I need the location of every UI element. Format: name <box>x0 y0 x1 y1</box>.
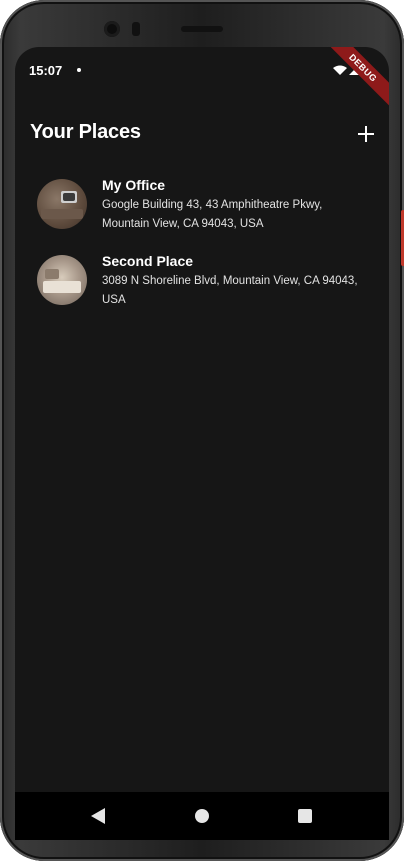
place-address: Google Building 43, 43 Amphitheatre Pkwy… <box>102 199 323 230</box>
status-bar: 15:07 DEBUG <box>15 47 389 111</box>
place-title: My Office <box>102 177 166 193</box>
list-item[interactable]: My Office Google Building 43, 43 Amphith… <box>15 169 389 245</box>
triangle-back-icon <box>91 808 105 824</box>
plus-icon <box>358 126 374 142</box>
back-button[interactable] <box>86 804 110 828</box>
home-button[interactable] <box>190 804 214 828</box>
phone-frame: 15:07 DEBUG Your Places My Office Google… <box>0 0 404 861</box>
place-thumbnail <box>37 179 87 229</box>
place-address: 3089 N Shoreline Blvd, Mountain View, CA… <box>102 275 358 306</box>
debug-banner: DEBUG <box>320 47 389 111</box>
places-list: My Office Google Building 43, 43 Amphith… <box>15 169 389 321</box>
front-camera <box>104 21 120 37</box>
add-place-button[interactable] <box>351 119 381 149</box>
place-title: Second Place <box>102 253 194 269</box>
list-item-text: Second Place 3089 N Shoreline Blvd, Moun… <box>102 253 372 310</box>
place-thumbnail <box>37 255 87 305</box>
page-title: Your Places <box>30 121 141 143</box>
app-screen: 15:07 DEBUG Your Places My Office Google… <box>15 47 389 828</box>
app-bar: Your Places <box>15 103 389 159</box>
wifi-icon <box>333 65 347 75</box>
circle-home-icon <box>195 809 209 823</box>
status-time: 15:07 <box>29 63 63 78</box>
list-item[interactable]: Second Place 3089 N Shoreline Blvd, Moun… <box>15 245 389 321</box>
list-item-text: My Office Google Building 43, 43 Amphith… <box>102 177 372 234</box>
notification-dot-icon <box>77 68 81 72</box>
square-recents-icon <box>298 809 312 823</box>
earpiece-speaker <box>181 26 223 32</box>
proximity-sensor <box>132 22 140 36</box>
recents-button[interactable] <box>293 804 317 828</box>
system-navigation-bar <box>15 792 389 840</box>
